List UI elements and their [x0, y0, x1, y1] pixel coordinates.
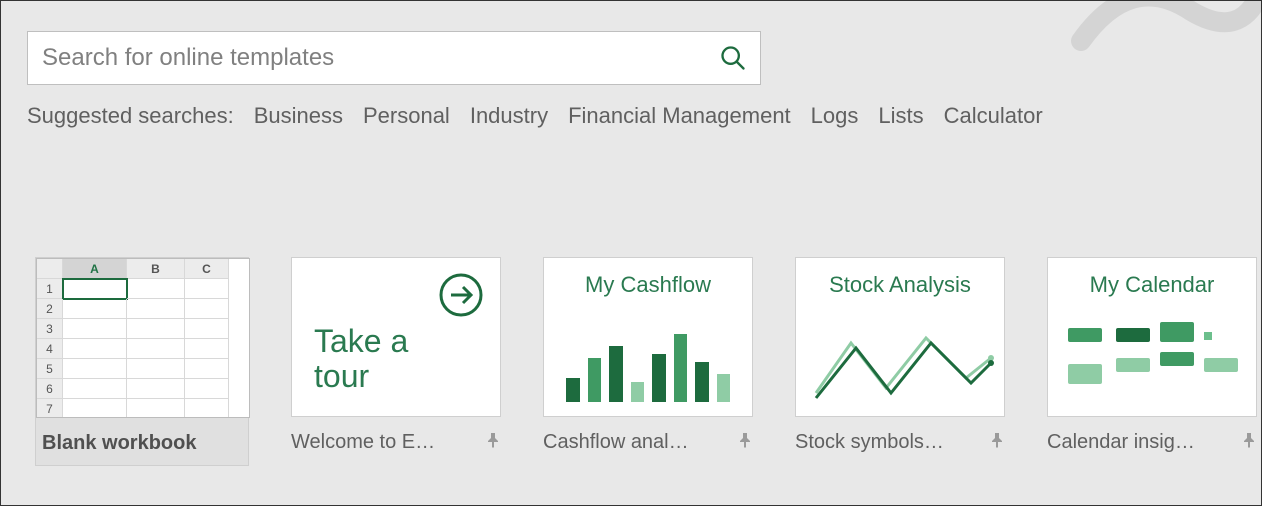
- suggested-link-business[interactable]: Business: [254, 103, 343, 129]
- welcome-thumb: Take a tour: [291, 257, 501, 417]
- blank-workbook-caption: Blank workbook: [36, 432, 248, 455]
- tour-line1: Take a: [314, 323, 408, 359]
- pin-icon[interactable]: [1241, 432, 1257, 453]
- pin-icon[interactable]: [485, 432, 501, 453]
- suggested-link-calculator[interactable]: Calculator: [944, 103, 1043, 129]
- welcome-caption: Welcome to E…: [291, 431, 475, 454]
- col-header-b: B: [127, 259, 185, 279]
- cashflow-title: My Cashflow: [544, 272, 752, 298]
- suggested-link-lists[interactable]: Lists: [878, 103, 923, 129]
- pin-icon[interactable]: [737, 432, 753, 453]
- stock-caption: Stock symbols…: [795, 431, 979, 454]
- search-button[interactable]: [706, 32, 760, 84]
- search-box: [27, 31, 761, 85]
- row-header-7: 7: [37, 399, 63, 418]
- calendar-thumb: My Calendar: [1047, 257, 1257, 417]
- row-header-3: 3: [37, 319, 63, 339]
- template-calendar[interactable]: My Calendar Calendar insig…: [1047, 257, 1257, 466]
- arrow-right-circle-icon: [438, 272, 484, 318]
- cashflow-caption: Cashflow anal…: [543, 431, 727, 454]
- row-header-5: 5: [37, 359, 63, 379]
- blank-workbook-thumb: A B C 1 2 3 4 5 6 7: [36, 258, 250, 418]
- row-header-1: 1: [37, 279, 63, 299]
- search-icon: [719, 44, 747, 72]
- suggested-link-personal[interactable]: Personal: [363, 103, 450, 129]
- suggested-searches: Suggested searches: Business Personal In…: [27, 103, 1043, 129]
- decorative-swirl: [1061, 0, 1262, 81]
- template-blank-workbook[interactable]: A B C 1 2 3 4 5 6 7: [35, 257, 249, 466]
- pin-icon[interactable]: [989, 432, 1005, 453]
- col-header-c: C: [185, 259, 229, 279]
- cashflow-thumb: My Cashflow: [543, 257, 753, 417]
- row-header-2: 2: [37, 299, 63, 319]
- col-header-a: A: [63, 259, 127, 279]
- calendar-title: My Calendar: [1048, 272, 1256, 298]
- stock-title: Stock Analysis: [796, 272, 1004, 298]
- template-welcome[interactable]: Take a tour Welcome to E…: [291, 257, 501, 466]
- search-input[interactable]: [28, 44, 706, 72]
- suggested-link-logs[interactable]: Logs: [811, 103, 859, 129]
- tour-line2: tour: [314, 358, 369, 394]
- calendar-caption: Calendar insig…: [1047, 431, 1231, 454]
- template-stock[interactable]: Stock Analysis Stock symbols…: [795, 257, 1005, 466]
- template-gallery: A B C 1 2 3 4 5 6 7: [35, 257, 1257, 466]
- suggested-link-industry[interactable]: Industry: [470, 103, 548, 129]
- line-chart-icon: [796, 308, 1005, 408]
- suggested-label: Suggested searches:: [27, 103, 234, 129]
- stock-thumb: Stock Analysis: [795, 257, 1005, 417]
- template-cashflow[interactable]: My Cashflow Cashflow anal…: [543, 257, 753, 466]
- row-header-6: 6: [37, 379, 63, 399]
- bar-chart-icon: [566, 322, 730, 402]
- suggested-link-financial[interactable]: Financial Management: [568, 103, 791, 129]
- row-header-4: 4: [37, 339, 63, 359]
